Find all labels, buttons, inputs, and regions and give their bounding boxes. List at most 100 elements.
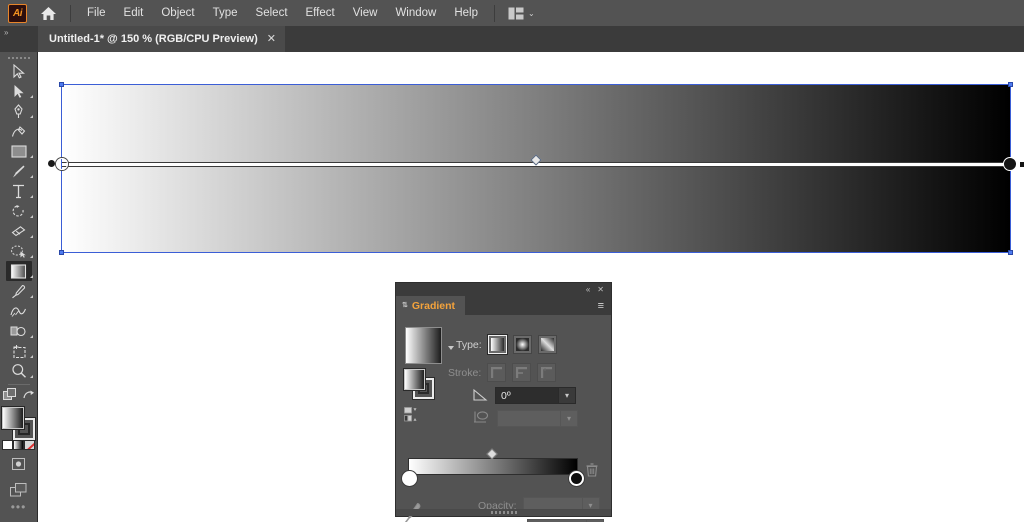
direct-selection-tool[interactable] [0, 81, 38, 101]
gradient-end-handle[interactable] [1003, 157, 1017, 171]
selection-tool[interactable] [0, 61, 38, 81]
flyout-indicator [29, 255, 33, 259]
panel-menu-icon[interactable]: ≡ [598, 296, 611, 315]
gradient-preview-swatch[interactable] [405, 327, 442, 364]
shaper-tool[interactable] [0, 241, 38, 261]
stroke-across-button [537, 363, 557, 382]
toolbar-overflow[interactable]: ••• [11, 500, 27, 514]
workspace-switcher[interactable]: ⌄ [502, 0, 541, 26]
zoom-tool[interactable] [0, 361, 38, 381]
menu-divider-2 [494, 4, 495, 22]
menu-edit[interactable]: Edit [115, 0, 153, 26]
blend-tool[interactable] [0, 301, 38, 321]
quick-swatch-row [2, 439, 35, 450]
menu-items: File Edit Object Type Select Effect View… [78, 0, 487, 26]
panel-tab-row: ⇅ Gradient ≡ [396, 296, 611, 315]
delete-stop-button[interactable] [586, 463, 598, 477]
menu-select[interactable]: Select [247, 0, 297, 26]
arrange-icon[interactable] [2, 388, 17, 404]
pen-tool[interactable] [0, 101, 38, 121]
chevron-down-icon: ▾ [561, 410, 578, 427]
panel-fill-swatch[interactable] [403, 368, 426, 391]
panel-title-bar: « ✕ [396, 283, 611, 296]
bbox-anchor-top-left[interactable] [59, 82, 64, 87]
gradient-slider[interactable] [402, 448, 584, 486]
chevron-down-icon: ⌄ [528, 8, 535, 18]
bbox-anchor-bottom-left[interactable] [59, 250, 64, 255]
chevron-down-icon[interactable] [448, 346, 454, 350]
reverse-gradient-button[interactable] [404, 407, 424, 423]
eraser-tool[interactable] [0, 221, 38, 241]
linear-gradient-button[interactable] [486, 334, 508, 355]
close-icon[interactable]: ✕ [267, 33, 276, 45]
eyedropper-tool[interactable] [0, 281, 38, 301]
angle-icon [473, 388, 488, 404]
menu-help[interactable]: Help [445, 0, 487, 26]
fill-swatch[interactable] [0, 406, 25, 431]
artboard-icon [6, 341, 32, 361]
type-t-icon [6, 181, 32, 201]
eraser-icon [6, 221, 32, 241]
screen-mode-toggle-icon[interactable] [10, 482, 27, 500]
gradient-panel[interactable]: « ✕ ⇅ Gradient ≡ Type: Stroke: 0º ▾ ▾ Op… [395, 282, 612, 522]
menu-file[interactable]: File [78, 0, 115, 26]
gradient-stop-end[interactable] [569, 471, 584, 486]
home-icon[interactable] [33, 0, 63, 26]
screen-mode-icon[interactable] [22, 389, 35, 404]
fill-stroke-control[interactable] [0, 406, 36, 442]
gradient-end-square[interactable] [1020, 162, 1024, 167]
radial-gradient-button[interactable] [512, 335, 532, 354]
panel-resize-grip[interactable] [396, 509, 611, 516]
gradient-angle-control[interactable]: 0º ▾ [495, 387, 576, 404]
toolbar-drag-handle[interactable] [7, 54, 30, 62]
flyout-indicator [29, 375, 33, 379]
rotate-tool[interactable] [0, 201, 38, 221]
chevron-down-icon[interactable]: ▾ [559, 387, 576, 404]
menu-object[interactable]: Object [152, 0, 203, 26]
gradient-start-handle[interactable] [56, 158, 68, 170]
type-tool[interactable] [0, 181, 38, 201]
rectangle-tool[interactable] [0, 141, 38, 161]
gradient-swatch[interactable] [13, 439, 24, 450]
tools-panel: ••• [0, 52, 38, 522]
paintbrush-tool[interactable] [0, 161, 38, 181]
gradient-slider-track[interactable] [408, 458, 578, 475]
eyedropper-icon [6, 281, 32, 301]
flyout-indicator [29, 155, 33, 159]
color-swatch[interactable] [2, 439, 13, 450]
curvature-tool[interactable] [0, 121, 38, 141]
drawing-mode-icon[interactable] [11, 457, 26, 474]
freeform-gradient-button[interactable] [537, 335, 557, 354]
tab-gradient[interactable]: ⇅ Gradient [396, 296, 466, 315]
artboard-tool[interactable] [0, 341, 38, 361]
gradient-tool[interactable] [0, 261, 38, 282]
flyout-indicator [29, 235, 33, 239]
collapse-panel-icon[interactable]: « [586, 285, 590, 294]
menu-window[interactable]: Window [386, 0, 445, 26]
gradient-origin-dot[interactable] [48, 160, 55, 167]
flyout-indicator [29, 275, 33, 279]
flyout-indicator [29, 95, 33, 99]
shape-builder-tool[interactable] [0, 321, 38, 341]
gradient-stop-start[interactable] [402, 471, 417, 486]
document-tab[interactable]: Untitled-1* @ 150 % (RGB/CPU Preview) ✕ [38, 26, 285, 52]
menu-bar: Ai File Edit Object Type Select Effect V… [0, 0, 1024, 26]
bbox-anchor-top-right[interactable] [1008, 82, 1013, 87]
stroke-within-button [487, 363, 507, 382]
gradient-rectangle[interactable] [62, 85, 1010, 252]
panel-fill-stroke-control[interactable] [403, 368, 435, 400]
close-icon[interactable]: ✕ [597, 285, 604, 294]
gradient-stroke-label: Stroke: [448, 366, 482, 379]
bbox-anchor-bottom-right[interactable] [1008, 250, 1013, 255]
expand-panels-icon[interactable]: » [4, 28, 9, 37]
gradient-aspect-row: ▾ [473, 410, 578, 427]
menu-type[interactable]: Type [204, 0, 247, 26]
app-logo-icon: Ai [8, 3, 27, 23]
menu-view[interactable]: View [344, 0, 387, 26]
none-swatch[interactable] [24, 439, 35, 450]
pen-icon [6, 101, 32, 121]
toolbar-separator [7, 384, 30, 386]
menu-effect[interactable]: Effect [297, 0, 344, 26]
gradient-angle-field[interactable]: 0º [495, 387, 559, 404]
paintbrush-icon [6, 161, 32, 181]
